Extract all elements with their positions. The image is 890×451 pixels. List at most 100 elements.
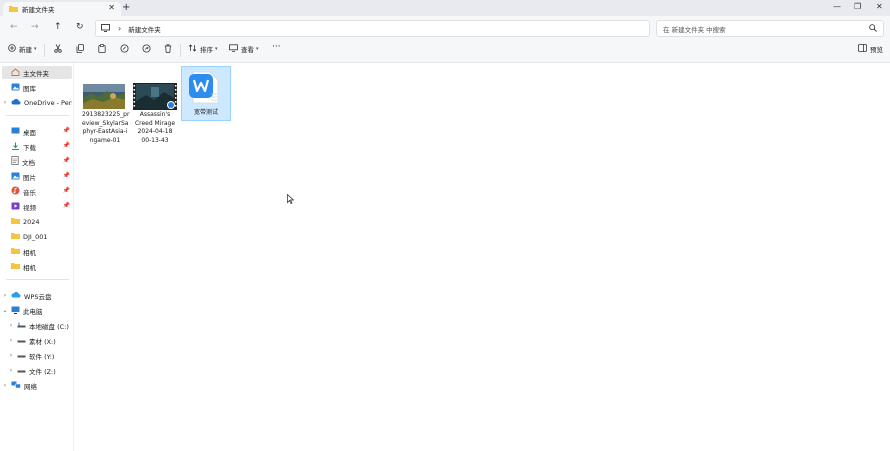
sort-icon [188,44,197,54]
more-options-button[interactable]: ··· [272,42,281,52]
sidebar-item-drive-y[interactable]: › 软件 (Y:) [8,349,72,362]
chevron-right-icon[interactable]: › [8,367,14,374]
tab-new-folder[interactable]: 新建文件夹 ✕ [3,2,121,16]
pin-icon[interactable]: 📌 [63,142,70,149]
sidebar-item-videos[interactable]: 视频 📌 [2,200,72,213]
preview-pane-button[interactable]: 预览 [858,44,883,54]
mouse-cursor-icon [287,193,295,206]
sidebar-item-label: 音乐 [23,188,36,197]
sidebar-item-home[interactable]: 主文件夹 [2,66,72,79]
plus-circle-icon [8,44,16,54]
sidebar-item-gallery[interactable]: 图库 [2,81,72,94]
drive-icon [17,352,26,360]
file-item-image[interactable]: 2913823225_pr eview_SkylarSa phyr-EastAs… [82,111,130,145]
sidebar-item-desktop[interactable]: 桌面 📌 [2,125,72,138]
file-item-video[interactable]: Assassin's Creed Mirage 2024-04-18 00-13… [131,111,179,145]
up-icon[interactable]: ↑ [54,22,62,32]
chevron-right-icon[interactable]: › [8,322,14,329]
cut-button[interactable] [54,44,65,55]
download-icon [11,142,20,152]
view-button[interactable]: 查看 ▾ [229,44,259,54]
network-icon [11,381,21,391]
folder-icon [9,5,18,14]
rename-button[interactable] [120,44,132,55]
minimize-button[interactable]: — [833,2,841,11]
sidebar-item-pictures[interactable]: 图片 📌 [2,170,72,183]
pin-icon[interactable]: 📌 [63,157,70,164]
pane-divider[interactable] [73,63,74,451]
pin-icon[interactable]: 📌 [63,127,70,134]
chevron-right-icon[interactable]: › [2,99,8,106]
music-icon [11,186,20,197]
navigation-pane: 主文件夹 图库 › OneDrive - Perso 桌面 📌 下载 📌 文档 … [0,63,73,451]
new-button[interactable]: 新建 ▾ [8,44,37,54]
sidebar-item-label: 图库 [23,84,36,93]
sidebar-item-label: 软件 (Y:) [29,352,55,361]
back-icon[interactable]: ← [10,22,18,32]
sidebar-item-camera[interactable]: 相机 [2,245,72,258]
sidebar-item-wps-cloud[interactable]: › WPS云盘 [2,289,72,302]
address-field[interactable]: › 新建文件夹 [95,20,650,37]
maximize-button[interactable]: ❐ [854,2,861,11]
sidebar-item-network[interactable]: › 网络 [2,379,72,392]
divider [44,44,45,57]
chevron-right-icon[interactable]: › [8,352,14,359]
sidebar-item-drive-x[interactable]: › 素材 (X:) [8,334,72,347]
sidebar-item-dji[interactable]: DJI_001 [2,230,72,243]
sidebar-item-label: 下载 [23,143,36,152]
tab-bar: 新建文件夹 ✕ + — ❐ ✕ [0,0,890,16]
new-tab-button[interactable]: + [122,2,130,13]
divider [180,44,181,57]
search-icon[interactable] [869,24,877,34]
video-icon [11,202,20,212]
file-name-line: 宽带测试 [193,109,218,116]
sidebar-item-2024[interactable]: 2024 [2,215,72,228]
chevron-right-icon[interactable]: › [2,382,8,389]
pin-icon[interactable]: 📌 [63,187,70,194]
sidebar-item-documents[interactable]: 文档 📌 [2,155,72,168]
delete-button[interactable] [164,44,175,55]
pin-icon[interactable]: 📌 [63,202,70,209]
copy-button[interactable] [76,44,87,55]
pin-icon[interactable]: 📌 [63,172,70,179]
sidebar-item-label: DJI_001 [23,232,48,241]
sort-button[interactable]: 排序 ▾ [188,44,218,54]
pictures-icon [11,172,20,182]
gallery-icon [11,83,20,93]
file-name-line: eview_SkylarSa [82,119,129,127]
forward-icon[interactable]: → [31,22,39,32]
video-thumbnail[interactable] [133,83,177,110]
close-tab-icon[interactable]: ✕ [108,3,115,12]
chevron-down-icon[interactable]: ⌄ [2,307,8,314]
share-button[interactable] [142,44,154,55]
chevron-right-icon[interactable]: › [2,292,8,299]
drive-icon [17,322,26,330]
sidebar-item-music[interactable]: 音乐 📌 [2,185,72,198]
sidebar-item-label: 相机 [23,263,36,272]
close-window-button[interactable]: ✕ [876,2,883,11]
folder-icon [11,262,20,271]
file-name-line: 2913823225_pr [82,111,130,118]
wps-document-icon[interactable] [187,70,222,105]
sidebar-item-downloads[interactable]: 下载 📌 [2,140,72,153]
sidebar-item-label: WPS云盘 [24,292,52,301]
chevron-right-icon[interactable]: › [8,337,14,344]
chevron-down-icon: ▾ [256,46,259,52]
desktop-icon [11,127,20,137]
sidebar-item-drive-z[interactable]: › 文件 (Z:) [8,364,72,377]
refresh-icon[interactable]: ↻ [76,22,84,32]
sidebar-item-onedrive[interactable]: › OneDrive - Perso [2,96,72,109]
sidebar-item-this-pc[interactable]: ⌄ 此电脑 [2,304,72,317]
search-input[interactable]: 在 新建文件夹 中搜索 [656,20,884,37]
sidebar-item-drive-c[interactable]: › 本地磁盘 (C:) [8,319,72,332]
paste-button[interactable] [98,44,109,55]
chevron-right-icon[interactable]: › [118,24,121,33]
sidebar-item-label: 2024 [23,217,40,226]
home-icon [11,67,20,78]
breadcrumb[interactable]: 新建文件夹 [128,24,161,34]
sidebar-item-camera-2[interactable]: 相机 [2,260,72,273]
sidebar-item-label: 网络 [24,382,37,391]
sidebar-item-label: 文档 [22,158,35,167]
image-thumbnail[interactable] [83,84,125,109]
view-icon [229,44,238,54]
